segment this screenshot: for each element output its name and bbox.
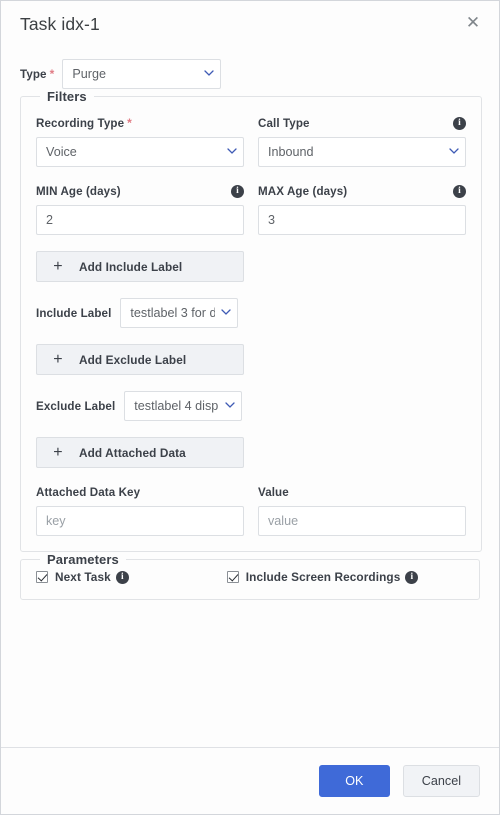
add-include-label-row: + Add Include Label [36, 251, 466, 282]
add-attached-data-row: + Add Attached Data [36, 437, 466, 468]
attached-data-key-input[interactable] [36, 506, 244, 536]
filters-fieldset: Filters Recording Type * Voice Call Type… [20, 89, 482, 552]
ok-button[interactable]: OK [318, 765, 390, 797]
info-icon[interactable]: i [115, 570, 129, 584]
call-type-group: Call Type i Inbound [258, 115, 466, 167]
info-icon[interactable]: i [231, 184, 244, 198]
info-icon[interactable]: i [453, 184, 466, 198]
plus-icon: + [53, 443, 63, 461]
add-exclude-label-text: Add Exclude Label [79, 352, 187, 367]
next-task-checkbox[interactable] [36, 571, 48, 583]
attached-data-row: Attached Data Key Value [36, 484, 466, 536]
info-icon[interactable]: i [453, 116, 466, 130]
include-label-row: Include Label testlabel 3 for display [36, 298, 466, 328]
chevron-down-icon [227, 148, 237, 156]
exclude-label-row: Exclude Label testlabel 4 display [36, 391, 466, 421]
include-screen-recordings-label: Include Screen Recordings [245, 570, 401, 584]
recording-type-required-marker: * [127, 116, 132, 130]
attached-data-value-input[interactable] [258, 506, 466, 536]
include-label-value: testlabel 3 for display [130, 306, 215, 320]
include-screen-recordings-checkbox[interactable] [226, 571, 239, 583]
type-select-value: Purge [72, 67, 106, 81]
age-range-row: MIN Age (days) i MAX Age (days) i [36, 183, 466, 235]
chevron-down-icon [204, 70, 215, 78]
filters-legend: Filters [47, 89, 87, 104]
dialog-body: Type * Purge Filters Recording Type * Voic… [1, 49, 499, 747]
dialog-title: Task idx-1 [20, 14, 100, 35]
include-label-label: Include Label [36, 306, 112, 320]
next-task-checkbox-item[interactable]: Next Task i [36, 570, 129, 584]
add-exclude-label-row: + Add Exclude Label [36, 344, 466, 375]
chevron-down-icon [449, 148, 459, 156]
attached-data-key-group: Attached Data Key [36, 484, 244, 536]
exclude-label-select[interactable]: testlabel 4 display [124, 391, 243, 421]
chevron-down-icon [225, 402, 235, 410]
dialog-footer: OK Cancel [1, 747, 499, 814]
next-task-label: Next Task [55, 570, 111, 584]
recording-type-value: Voice [46, 145, 77, 159]
add-attached-data-button[interactable]: + Add Attached Data [36, 437, 244, 468]
parameters-fieldset: Parameters Next Task i Include Screen Re… [20, 552, 480, 600]
add-exclude-label-button[interactable]: + Add Exclude Label [36, 344, 244, 375]
exclude-label-label: Exclude Label [36, 399, 116, 413]
recording-type-group: Recording Type * Voice [36, 115, 244, 167]
call-type-select[interactable]: Inbound [258, 137, 466, 167]
min-age-group: MIN Age (days) i [36, 183, 244, 235]
call-type-label: Call Type [258, 116, 310, 130]
include-screen-recordings-checkbox-item[interactable]: Include Screen Recordings i [226, 570, 419, 584]
info-icon[interactable]: i [405, 570, 419, 584]
add-attached-data-text: Add Attached Data [79, 445, 186, 460]
attached-data-value-label: Value [258, 485, 289, 499]
add-include-label-text: Add Include Label [79, 259, 183, 274]
parameters-row: Next Task i Include Screen Recordings i [36, 567, 464, 584]
chevron-down-icon [221, 309, 232, 317]
attached-data-key-label: Attached Data Key [36, 485, 141, 499]
exclude-label-value: testlabel 4 display [134, 399, 219, 413]
type-select[interactable]: Purge [62, 59, 222, 89]
add-include-label-button[interactable]: + Add Include Label [36, 251, 244, 282]
recording-type-label: Recording Type * [36, 116, 132, 130]
max-age-group: MAX Age (days) i [258, 183, 466, 235]
call-type-value: Inbound [268, 145, 314, 159]
dialog-header: Task idx-1 ✕ [1, 1, 499, 49]
plus-icon: + [53, 257, 63, 275]
recording-type-select[interactable]: Voice [36, 137, 244, 167]
type-field-row: Type * Purge [20, 59, 480, 89]
parameters-legend: Parameters [47, 552, 119, 567]
cancel-button[interactable]: Cancel [402, 765, 480, 797]
type-label: Type * [20, 67, 55, 81]
close-icon[interactable]: ✕ [461, 10, 485, 34]
type-required-marker: * [49, 67, 55, 81]
attached-data-value-group: Value [258, 484, 466, 536]
plus-icon: + [53, 350, 63, 368]
task-dialog: Task idx-1 ✕ Type * Purge Filters Recordi… [0, 0, 500, 815]
max-age-label: MAX Age (days) [258, 184, 348, 198]
recording-call-type-row: Recording Type * Voice Call Type i Inbou… [36, 115, 466, 167]
min-age-input[interactable] [36, 205, 244, 235]
max-age-input[interactable] [258, 205, 466, 235]
min-age-label: MIN Age (days) [36, 184, 121, 198]
include-label-select[interactable]: testlabel 3 for display [120, 298, 239, 328]
